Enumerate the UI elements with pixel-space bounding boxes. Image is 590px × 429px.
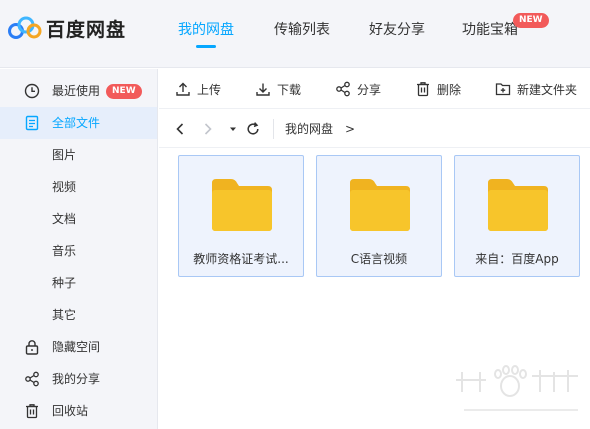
- delete-label: 删除: [437, 82, 462, 97]
- sidebar-item-label: 回收站: [52, 404, 89, 418]
- folder-item[interactable]: 来自：百度App: [454, 155, 580, 277]
- clock-icon: [24, 83, 40, 99]
- toolbar: 上传 下载 分享 删除 新建文件夹: [159, 69, 590, 109]
- new-badge: NEW: [106, 83, 142, 99]
- share-label: 分享: [357, 82, 382, 97]
- trash-icon: [417, 82, 429, 97]
- sidebar-item-label: 最近使用: [52, 84, 101, 98]
- tab-label: 我的网盘: [178, 22, 234, 38]
- delete-button[interactable]: 删除: [415, 79, 461, 99]
- upload-icon: [176, 82, 190, 96]
- top-bar: 百度网盘 我的网盘 传输列表 好友分享 功能宝箱 NEW: [0, 0, 590, 68]
- app-title: 百度网盘: [46, 18, 127, 41]
- document-icon: [25, 115, 39, 131]
- file-name: 教师资格证考试...: [193, 252, 289, 266]
- folder-icon: [212, 179, 272, 231]
- tab-transfer-list[interactable]: 传输列表: [274, 20, 330, 48]
- tab-feature-box[interactable]: 功能宝箱: [462, 20, 518, 48]
- sidebar-item-label: 隐藏空间: [52, 340, 101, 354]
- upload-button[interactable]: 上传: [175, 79, 221, 99]
- folder-item[interactable]: C语言视频: [316, 155, 442, 277]
- sidebar-item-recent[interactable]: 最近使用 NEW: [0, 75, 157, 107]
- sidebar-item-all-files[interactable]: 全部文件: [0, 107, 157, 139]
- sidebar-item-label: 视频: [52, 180, 77, 194]
- download-label: 下载: [277, 82, 302, 97]
- sidebar-item-music[interactable]: 音乐: [0, 235, 157, 267]
- sidebar-item-other[interactable]: 其它: [0, 299, 157, 331]
- sidebar-item-recycle-bin[interactable]: 回收站: [0, 395, 157, 427]
- tab-label: 功能宝箱: [462, 22, 518, 38]
- new-badge: NEW: [513, 13, 549, 28]
- new-folder-icon: [495, 83, 511, 96]
- sidebar-item-torrents[interactable]: 种子: [0, 267, 157, 299]
- folder-icon: [488, 179, 548, 231]
- download-icon: [256, 83, 270, 96]
- new-folder-label: 新建文件夹: [517, 82, 578, 97]
- folder-item[interactable]: 教师资格证考试...: [178, 155, 304, 277]
- refresh-icon[interactable]: [245, 121, 261, 137]
- sidebar-item-hidden-space[interactable]: 隐藏空间: [0, 331, 157, 363]
- tab-my-netdisk[interactable]: 我的网盘: [178, 20, 234, 48]
- trash-icon: [26, 404, 38, 419]
- share-button[interactable]: 分享: [335, 79, 381, 99]
- new-folder-button[interactable]: 新建文件夹: [495, 79, 577, 99]
- tab-friend-share[interactable]: 好友分享: [369, 20, 425, 48]
- sidebar-item-label: 全部文件: [52, 116, 101, 130]
- sidebar-item-label: 图片: [52, 148, 77, 162]
- breadcrumb-separator: >: [345, 122, 356, 136]
- breadcrumb-my-netdisk[interactable]: 我的网盘: [285, 121, 333, 137]
- divider: [273, 119, 274, 139]
- sidebar-item-documents[interactable]: 文档: [0, 203, 157, 235]
- sidebar-item-my-shares[interactable]: 我的分享: [0, 363, 157, 395]
- back-arrow-icon[interactable]: [172, 121, 188, 137]
- address-bar: 我的网盘 >: [159, 110, 590, 148]
- lock-icon: [25, 340, 39, 355]
- sidebar-item-label: 音乐: [52, 244, 77, 258]
- sidebar: 最近使用 NEW 全部文件 图片 视频 文档 音乐 种子 其它 隐藏空间 我的分…: [0, 69, 158, 429]
- tab-label: 传输列表: [274, 22, 330, 38]
- upload-label: 上传: [197, 82, 222, 97]
- history-dropdown-icon[interactable]: [225, 121, 241, 137]
- sidebar-item-label: 其它: [52, 308, 77, 322]
- download-button[interactable]: 下载: [255, 79, 301, 99]
- tab-label: 好友分享: [369, 22, 425, 38]
- share-icon: [25, 371, 39, 387]
- sidebar-item-label: 文档: [52, 212, 77, 226]
- sidebar-item-videos[interactable]: 视频: [0, 171, 157, 203]
- folder-icon: [350, 179, 410, 231]
- baidu-watermark-logo: [456, 365, 578, 411]
- file-name: C语言视频: [350, 252, 408, 266]
- sidebar-item-label: 种子: [52, 276, 77, 290]
- share-icon: [336, 81, 350, 97]
- file-name: 来自：百度App: [475, 252, 559, 266]
- baidu-netdisk-logo-icon: [8, 16, 42, 39]
- app-logo[interactable]: 百度网盘: [8, 12, 126, 44]
- sidebar-item-label: 我的分享: [52, 372, 101, 386]
- sidebar-item-images[interactable]: 图片: [0, 139, 157, 171]
- forward-arrow-icon[interactable]: [200, 121, 216, 137]
